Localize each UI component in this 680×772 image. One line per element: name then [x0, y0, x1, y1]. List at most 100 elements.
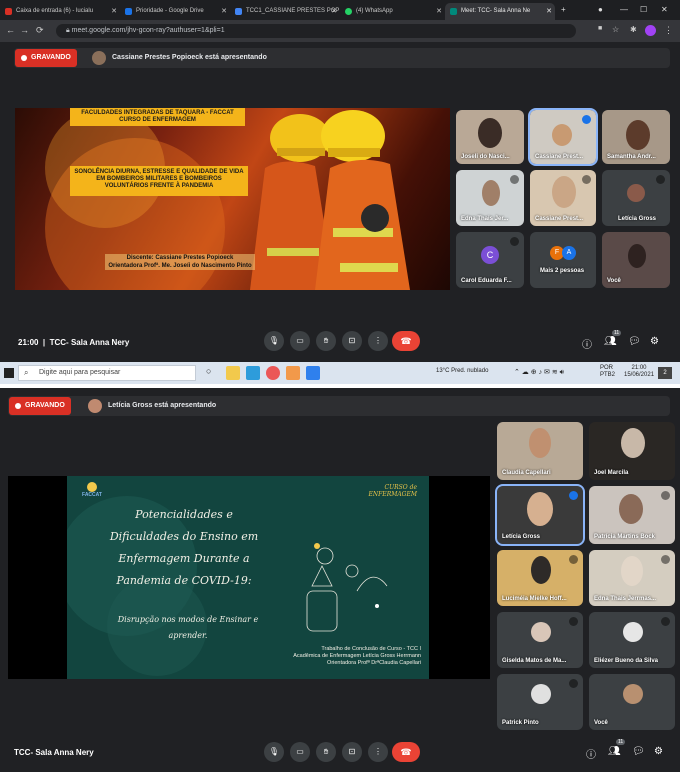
mic-icon[interactable]: 🎙︎ [264, 331, 284, 351]
tab-meet[interactable]: Meet: TCC- Sala Anna Ne ✕ [445, 3, 555, 20]
app-icon-3[interactable] [306, 366, 320, 380]
start-icon[interactable] [4, 368, 14, 378]
reload-icon[interactable]: ⟳ [36, 25, 44, 36]
close-icon[interactable]: ✕ [111, 7, 117, 15]
tab-gmail[interactable]: Caixa de entrada (6) - lucialu ✕ [0, 3, 120, 20]
tab-docs[interactable]: TCC1_CASSIANE PRESTES POP ✕ [230, 3, 340, 20]
url-field[interactable]: 🔒︎ meet.google.com/jhv-gcon-ray?authuser… [56, 24, 576, 38]
participant-video [552, 176, 576, 208]
people-icon[interactable]: 👥︎ [608, 746, 621, 757]
participant-name: Samantha Andr... [607, 154, 656, 160]
participant-tile[interactable]: Cassiane Prest... [528, 108, 598, 166]
task-view-icon[interactable]: ○ [206, 366, 220, 380]
raise-hand-icon[interactable]: ✋︎ [316, 742, 336, 762]
end-call-button[interactable]: ☎︎ [392, 331, 420, 351]
language-indicator[interactable]: POR PTB2 [600, 365, 615, 379]
app-icon-1[interactable] [226, 366, 240, 380]
participant-tile[interactable]: Giselda Matos de Ma... [497, 612, 583, 668]
participant-tile[interactable]: Letícia Gross [495, 484, 585, 546]
participant-avatar: C [481, 246, 499, 264]
mic-off-icon [661, 491, 670, 500]
participant-tile[interactable]: Samantha Andr... [602, 110, 670, 164]
recording-badge: GRAVANDO [15, 49, 77, 67]
mic-off-icon [569, 617, 578, 626]
back-icon[interactable]: ← [6, 25, 15, 35]
mic-off-icon [656, 175, 665, 184]
minimize-icon[interactable]: — [620, 5, 628, 14]
participant-avatar [531, 622, 551, 642]
mic-off-icon [661, 617, 670, 626]
close-window-icon[interactable]: ✕ [661, 5, 668, 14]
tab-whatsapp[interactable]: (4) WhatsApp ✕ [340, 3, 445, 20]
present-icon[interactable]: ⊡ [342, 742, 362, 762]
file-explorer-icon[interactable] [286, 366, 300, 380]
star-icon[interactable]: ☆ [612, 25, 619, 34]
participant-tile[interactable]: Joseli do Nasci... [456, 110, 524, 164]
participant-tile[interactable]: Edna Thais Jerrmas... [589, 550, 675, 606]
extensions-icon[interactable]: ✱ [630, 25, 637, 34]
present-icon[interactable]: ⊡ [342, 331, 362, 351]
new-tab-icon[interactable]: + [561, 5, 566, 14]
end-call-button[interactable]: ☎︎ [392, 742, 420, 762]
meet-screenshot-2: GRAVANDO Letícia Gross está apresentando… [0, 388, 680, 772]
close-icon[interactable]: ✕ [221, 7, 227, 15]
mic-icon[interactable]: 🎙︎ [264, 742, 284, 762]
tray-icons[interactable]: ⌃ ☁ ⊕ ♪ ✉ ≋ 🔊︎ [514, 368, 564, 377]
participant-tile[interactable]: Claudia Capellari [497, 422, 583, 480]
more-icon[interactable]: ⋮ [368, 742, 388, 762]
people-icon[interactable]: 👥︎ [604, 336, 617, 347]
more-participants-tile[interactable]: F A Mais 2 pessoas [530, 232, 596, 288]
notifications-icon[interactable]: 2 [658, 367, 672, 379]
participant-count: 11 [616, 739, 626, 745]
participant-video [628, 244, 646, 268]
maximize-icon[interactable]: ☐ [640, 5, 647, 14]
profile-dot-icon[interactable]: ● [598, 5, 603, 14]
weather-status[interactable]: 13°C Pred. nublado [436, 368, 488, 374]
info-icon[interactable]: ⓘ [582, 336, 592, 351]
chat-icon[interactable]: 💬︎ [632, 746, 645, 757]
mic-off-icon [661, 555, 670, 564]
participant-tile[interactable]: C Carol Eduarda F... [456, 232, 524, 288]
close-icon[interactable]: ✕ [546, 7, 552, 15]
sun-icon [87, 482, 97, 492]
chat-icon[interactable]: 💬︎ [628, 336, 641, 347]
camera-icon[interactable]: ▭ [290, 331, 310, 351]
participant-name: Patrícia Martins Bock [594, 534, 656, 540]
close-icon[interactable]: ✕ [436, 7, 442, 15]
camera-icon[interactable]: ▭ [290, 742, 310, 762]
participant-tile[interactable]: Patrícia Martins Bock [589, 486, 675, 544]
participant-name: Letícia Gross [618, 216, 657, 222]
participant-tile[interactable]: Joel Marcila [589, 422, 675, 480]
speaking-icon [582, 115, 591, 124]
forward-icon[interactable]: → [20, 25, 29, 35]
mic-off-icon [569, 555, 578, 564]
participant-name: Carol Eduarda F... [461, 278, 512, 284]
taskbar-clock[interactable]: 21:00 15/06/2021 [624, 365, 654, 379]
participant-name: Eliézer Bueno da Silva [594, 658, 659, 664]
participant-tile[interactable]: Você [589, 674, 675, 730]
chrome-icon[interactable] [266, 366, 280, 380]
activities-icon[interactable]: ⚙︎ [650, 336, 659, 347]
profile-avatar[interactable] [645, 25, 656, 36]
raise-hand-icon[interactable]: ✋︎ [316, 331, 336, 351]
participant-tile[interactable]: Cassiane Prest... [530, 170, 596, 226]
info-icon[interactable]: ⓘ [586, 746, 596, 761]
participant-tile[interactable]: Letícia Gross [602, 170, 670, 226]
participant-tile[interactable]: Patrick Pinto [497, 674, 583, 730]
menu-icon[interactable]: ⋮ [664, 25, 673, 36]
slide-title: SONOLÊNCIA DIURNA, ESTRESSE E QUALIDADE … [70, 166, 248, 196]
participant-tile[interactable]: Eliézer Bueno da Silva [589, 612, 675, 668]
participant-tile[interactable]: Edna Thais Jer... [456, 170, 524, 226]
taskbar-search[interactable]: ⌕ Digite aqui para pesquisar [18, 365, 196, 381]
app-icon-2[interactable] [246, 366, 260, 380]
close-icon[interactable]: ✕ [331, 7, 337, 15]
speaking-icon [569, 491, 578, 500]
nursing-logo: CURSO de ENFERMAGEM [368, 484, 417, 498]
presenter-avatar [92, 51, 106, 65]
more-icon[interactable]: ⋮ [368, 331, 388, 351]
activities-icon[interactable]: ⚙︎ [654, 746, 663, 757]
tab-drive[interactable]: Prioridade - Google Drive ✕ [120, 3, 230, 20]
participant-tile[interactable]: Você [602, 232, 670, 288]
camera-permission-icon[interactable]: ■ [598, 25, 602, 32]
participant-tile[interactable]: Luciméia Mielke Hoff... [497, 550, 583, 606]
